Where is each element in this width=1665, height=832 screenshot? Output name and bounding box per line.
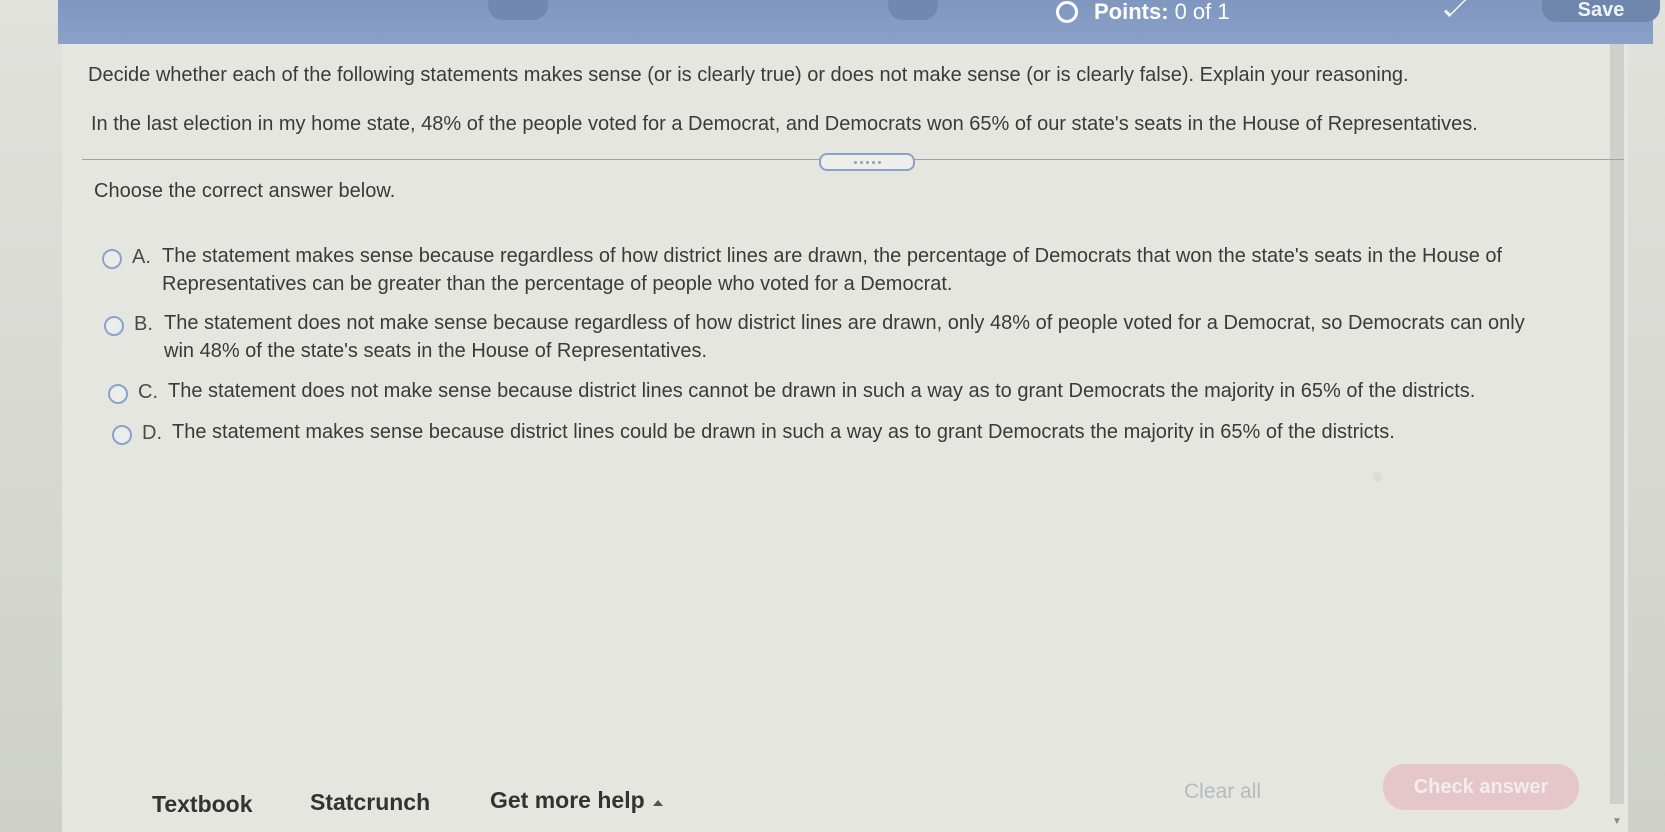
header-button-shadow (488, 0, 548, 20)
answer-option-d[interactable]: D. The statement makes sense because dis… (112, 421, 1592, 446)
option-letter: D. (142, 422, 162, 444)
header-button-shadow (888, 0, 938, 20)
caret-up-icon (652, 799, 663, 806)
textbook-link[interactable]: Textbook (152, 791, 253, 818)
answer-option-a[interactable]: A. The statement makes sense because reg… (102, 245, 1582, 298)
checkmark-icon[interactable] (1444, 0, 1467, 17)
option-text: The statement does not make sense becaus… (164, 312, 1525, 362)
answer-option-c[interactable]: C. The statement does not make sense bec… (108, 380, 1588, 405)
option-text: The statement does not make sense becaus… (168, 380, 1476, 402)
option-text: The statement makes sense because distri… (172, 421, 1395, 443)
option-letter: A. (132, 246, 151, 268)
points-indicator: Points: 0 of 1 (1056, 0, 1230, 24)
points-value: 0 of 1 (1174, 0, 1230, 24)
check-answer-button[interactable]: Check answer (1383, 764, 1579, 810)
radio-button[interactable] (108, 384, 128, 404)
answer-option-b[interactable]: B. The statement does not make sense bec… (104, 312, 1584, 365)
option-letter: B. (134, 313, 153, 335)
option-letter: C. (138, 381, 158, 403)
screen-smudge (1372, 472, 1382, 482)
radio-button[interactable] (112, 425, 132, 445)
question-statement: In the last election in my home state, 4… (91, 113, 1478, 135)
clear-all-button[interactable]: Clear all (1184, 780, 1261, 804)
question-instructions: Decide whether each of the following sta… (88, 64, 1409, 86)
save-button[interactable]: Save (1542, 0, 1660, 22)
points-label: Points: (1094, 0, 1169, 24)
radio-button[interactable] (102, 249, 122, 269)
divider-drag-handle[interactable] (819, 153, 915, 171)
radio-button[interactable] (104, 316, 124, 336)
screen: Points: 0 of 1 Save ▼ Decide whether eac… (0, 0, 1665, 832)
scroll-down-arrow-icon[interactable]: ▼ (1612, 816, 1622, 827)
statcrunch-link[interactable]: Statcrunch (310, 789, 430, 816)
top-header-bar: Points: 0 of 1 Save (58, 0, 1660, 44)
get-more-help-button[interactable]: Get more help (490, 787, 663, 814)
option-text: The statement makes sense because regard… (162, 245, 1503, 295)
get-more-help-label: Get more help (490, 787, 645, 813)
vertical-scrollbar[interactable] (1610, 44, 1624, 804)
points-circle-icon (1056, 1, 1078, 23)
answer-prompt: Choose the correct answer below. (94, 180, 396, 202)
